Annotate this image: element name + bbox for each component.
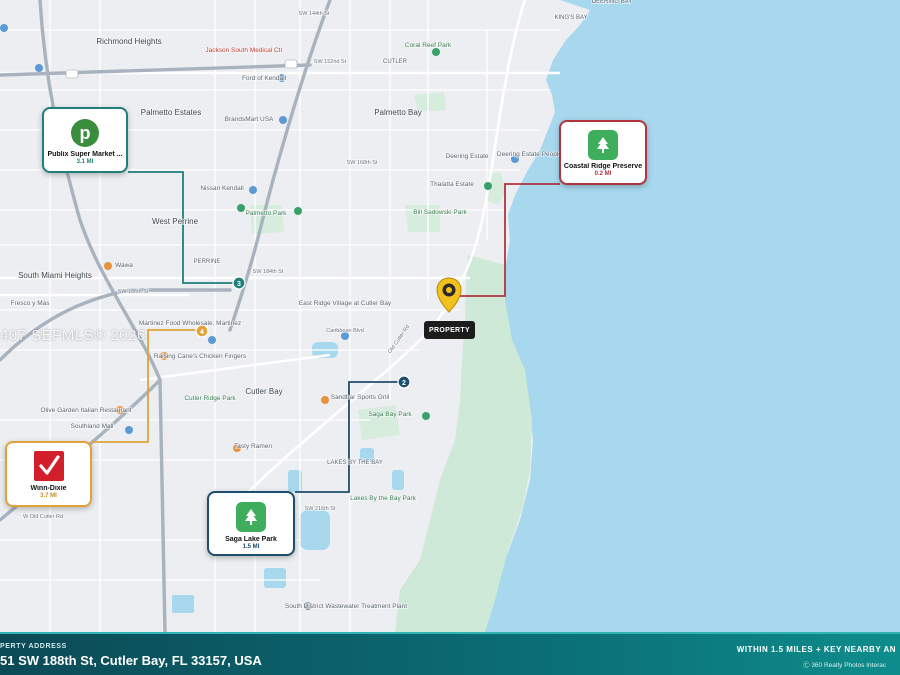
address-footer: PERTY ADDRESS 51 SW 188th St, Cutler Bay… bbox=[0, 632, 900, 675]
map-label-street: SW 186th St bbox=[118, 289, 149, 295]
svg-text:p: p bbox=[80, 123, 91, 143]
destination-card-saga-lake[interactable]: Saga Lake Park 1.5 MI bbox=[207, 491, 295, 556]
destination-name: Saga Lake Park bbox=[225, 536, 277, 543]
tree-icon bbox=[236, 502, 266, 532]
map-label-street: SW 152nd St bbox=[314, 59, 347, 65]
lake bbox=[300, 510, 330, 550]
destination-name: Publix Super Market ... bbox=[47, 151, 123, 158]
map-label-street: SW 216th St bbox=[305, 506, 336, 512]
property-address: 51 SW 188th St, Cutler Bay, FL 33157, US… bbox=[0, 653, 262, 668]
lake bbox=[392, 470, 404, 490]
destination-distance: 0.2 MI bbox=[594, 171, 612, 177]
map-label-street: Caribbean Blvd bbox=[326, 328, 364, 334]
lake bbox=[172, 595, 194, 613]
map-label-small: CUTLER bbox=[383, 59, 408, 65]
map-label-city: West Perrine bbox=[152, 217, 199, 226]
map-label-poi: Southland Mall bbox=[71, 423, 115, 430]
map-label-poi: Olive Garden Italian Restaurant bbox=[40, 407, 131, 414]
lake bbox=[264, 568, 286, 588]
map-label-poi: Sandbar Sports Grill bbox=[331, 394, 390, 401]
map-label-park: Cutler Ridge Park bbox=[184, 395, 236, 402]
map-label-poi: Thalatta Estate bbox=[430, 181, 474, 188]
map-label-small: PERRINE bbox=[194, 259, 221, 265]
route-marker-label: 4 bbox=[200, 329, 204, 336]
map-label-street: SW 144th St bbox=[299, 11, 330, 17]
destination-distance: 3.1 MI bbox=[76, 159, 94, 165]
map-label-park: Lakes By the Bay Park bbox=[350, 495, 417, 502]
map-label-small: LAKES BY THE BAY bbox=[327, 460, 383, 466]
map-label-park: Saga Bay Park bbox=[368, 411, 412, 418]
map-label-poi: Raising Cane's Chicken Fingers bbox=[154, 353, 247, 360]
destination-card-winn-dixie[interactable]: Winn-Dixie 3.7 MI bbox=[5, 441, 92, 507]
map-label-poi: Tasty Ramen bbox=[234, 443, 272, 450]
publix-logo-icon: p bbox=[70, 118, 100, 148]
map-label-poi: East Ridge Village at Cutler Bay bbox=[299, 300, 392, 307]
map-label-street: SW 168th St bbox=[347, 160, 378, 166]
map-label-poi: Wawa bbox=[115, 262, 133, 269]
map-label-poi: Deering Estate bbox=[446, 153, 489, 160]
destination-card-publix[interactable]: p Publix Super Market ... 3.1 MI bbox=[42, 107, 128, 173]
map-label-city: Richmond Heights bbox=[96, 37, 161, 46]
destination-distance: 1.5 MI bbox=[242, 544, 260, 550]
map-label-poi-red: Jackson South Medical Ctr bbox=[205, 47, 283, 54]
photo-credit-text: 360 Realty Photos Interac bbox=[811, 662, 887, 669]
property-address-label: PERTY ADDRESS bbox=[0, 643, 67, 650]
map-label-street: SW 184th St bbox=[253, 269, 284, 275]
map-label-city: South Miami Heights bbox=[18, 271, 92, 280]
map-label-poi: Fresco y Más bbox=[10, 300, 50, 307]
map-label-city: Cutler Bay bbox=[245, 387, 282, 396]
destination-card-coastal-ridge[interactable]: Coastal Ridge Preserve 0.2 MI bbox=[559, 120, 647, 185]
map-label-small: DEERING BAY bbox=[592, 0, 633, 5]
map-label-small: KING'S BAY bbox=[554, 15, 587, 21]
map-label-poi: Martinez Food Wholesale, Martinez bbox=[139, 320, 241, 327]
route-marker-label: 3 bbox=[237, 281, 241, 288]
map-label-city: Palmetto Bay bbox=[374, 108, 422, 117]
map-canvas[interactable]: 2 3 4 Richmond Heights CUTLER Coral Reef P… bbox=[0, 0, 900, 632]
check-logo-icon bbox=[33, 451, 64, 481]
route-marker-2[interactable]: 2 bbox=[397, 375, 411, 389]
nearby-summary: WITHIN 1.5 MILES + KEY NEARBY AN bbox=[736, 645, 896, 654]
mls-watermark: 407 SEFMLS© 2026 bbox=[0, 327, 146, 344]
map-label-poi: Ford of Kendall bbox=[242, 75, 287, 82]
tree-icon bbox=[588, 130, 618, 160]
copyright-icon: Ⓒ bbox=[803, 662, 810, 669]
photo-credit: Ⓒ 360 Realty Photos Interac bbox=[803, 659, 886, 669]
map-label-poi: BrandsMart USA bbox=[225, 116, 274, 123]
route-marker-3[interactable]: 3 bbox=[232, 276, 246, 290]
map-label-poi: South District Wastewater Treatment Plan… bbox=[285, 603, 407, 610]
map-label-city: Palmetto Estates bbox=[141, 108, 201, 117]
property-tag: PROPERTY bbox=[424, 321, 475, 339]
destination-distance: 3.7 MI bbox=[40, 493, 57, 499]
map-label-street: W Old Cutler Rd bbox=[23, 514, 63, 520]
destination-name: Winn-Dixie bbox=[30, 485, 67, 492]
route-marker-label: 2 bbox=[402, 380, 406, 387]
map-label-park: Palmetto Park bbox=[246, 210, 288, 217]
map-label-park: Bill Sadowski Park bbox=[413, 209, 467, 216]
destination-name: Coastal Ridge Preserve bbox=[563, 163, 643, 170]
map-label-poi: Nissan Kendall bbox=[200, 185, 244, 192]
map-label-park: Coral Reef Park bbox=[405, 42, 452, 49]
